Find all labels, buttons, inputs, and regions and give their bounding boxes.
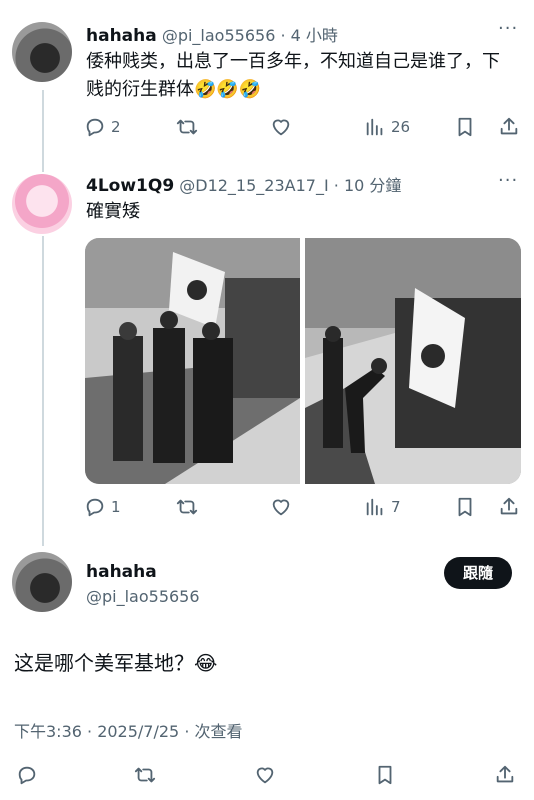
views-button[interactable]: 26	[364, 116, 410, 138]
retweet-icon	[176, 119, 198, 135]
views-button[interactable]: 7	[364, 496, 401, 518]
thread-line	[42, 236, 44, 546]
bookmark-button[interactable]	[374, 764, 396, 786]
timestamp[interactable]: 10 分鐘	[344, 176, 401, 195]
user-name[interactable]: 4Low1Q9	[86, 176, 174, 196]
bookmark-icon	[378, 765, 392, 785]
avatar[interactable]	[12, 552, 72, 612]
bookmark-button[interactable]	[454, 116, 476, 138]
tweet-header: 4Low1Q9 @D12_15_23A17_I · 10 分鐘	[86, 176, 402, 196]
user-handle[interactable]: @pi_lao55656	[86, 587, 200, 606]
more-icon[interactable]: ···	[498, 170, 518, 191]
reply-button[interactable]: 2	[84, 116, 121, 138]
user-handle[interactable]: @pi_lao55656	[162, 26, 276, 45]
user-handle[interactable]: @D12_15_23A17_I	[179, 176, 328, 195]
like-button[interactable]	[254, 764, 276, 786]
follow-button[interactable]: 跟隨	[444, 557, 512, 589]
tweet-meta: 下午3:36 · 2025/7/25 · 次查看	[14, 722, 243, 741]
reply-button[interactable]	[16, 764, 38, 786]
share-icon	[496, 765, 514, 783]
bookmark-icon	[458, 497, 472, 517]
emoji: 😂	[194, 651, 218, 675]
user-name[interactable]: hahaha	[86, 26, 157, 46]
emoji: 🤣🤣🤣	[194, 79, 262, 100]
share-button[interactable]	[494, 764, 516, 786]
retweet-button[interactable]	[176, 496, 198, 518]
reply-icon	[86, 118, 104, 137]
timestamp[interactable]: 4 小時	[291, 26, 338, 45]
tweet-text: 这是哪个美军基地？😂	[14, 651, 218, 675]
reply-icon	[18, 766, 36, 785]
like-button[interactable]	[270, 116, 292, 138]
tweet-photo[interactable]	[305, 238, 521, 484]
user-name[interactable]: hahaha	[86, 562, 157, 582]
bookmark-icon	[458, 117, 472, 137]
avatar[interactable]	[12, 174, 72, 234]
reply-button[interactable]: 1	[84, 496, 121, 518]
avatar[interactable]	[12, 22, 72, 82]
like-icon	[272, 119, 290, 136]
like-icon	[272, 499, 290, 516]
retweet-icon	[176, 499, 198, 515]
share-icon	[500, 497, 518, 515]
views-icon	[366, 118, 383, 136]
tweet-header: hahaha @pi_lao55656 · 4 小時	[86, 26, 338, 46]
like-icon	[256, 767, 274, 784]
more-icon[interactable]: ···	[498, 18, 518, 39]
thread-line	[42, 90, 44, 172]
bookmark-button[interactable]	[454, 496, 476, 518]
retweet-button[interactable]	[176, 116, 198, 138]
tweet-text: 倭种贱类，出息了一百多年，不知道自己是谁了，下贱的衍生群体🤣🤣🤣	[86, 51, 500, 100]
tweet-text: 確實矮	[86, 201, 140, 222]
tweet-photo[interactable]	[85, 238, 300, 484]
like-button[interactable]	[270, 496, 292, 518]
views-icon	[366, 498, 383, 516]
reply-icon	[86, 498, 104, 517]
retweet-icon	[134, 767, 156, 783]
share-button[interactable]	[498, 496, 520, 518]
share-button[interactable]	[498, 116, 520, 138]
retweet-button[interactable]	[134, 764, 156, 786]
share-icon	[500, 117, 518, 135]
